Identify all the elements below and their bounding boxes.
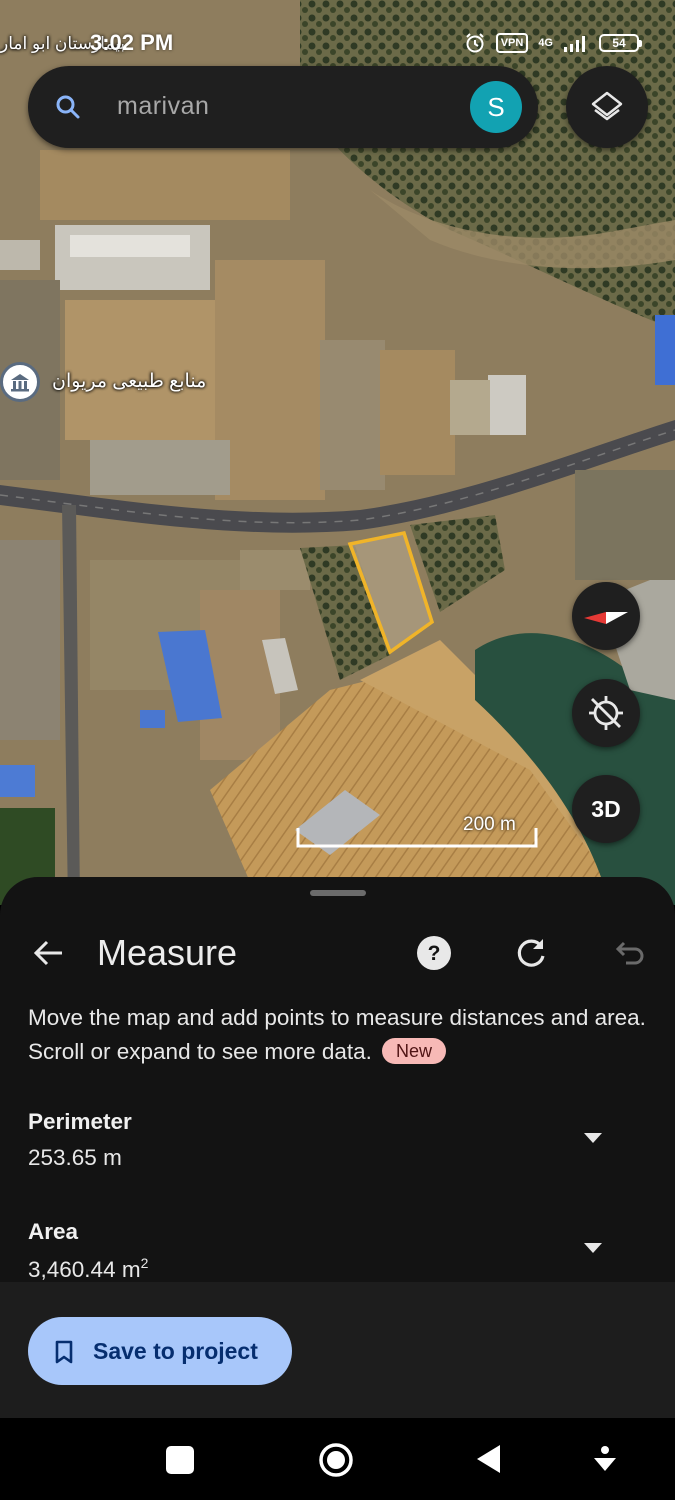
chevron-down-icon[interactable] bbox=[582, 1241, 604, 1255]
nav-back-button[interactable] bbox=[474, 1442, 504, 1476]
location-disabled-icon bbox=[589, 696, 623, 730]
svg-text:?: ? bbox=[428, 942, 441, 965]
my-location-button[interactable] bbox=[572, 679, 640, 747]
network-type: 4G bbox=[538, 37, 553, 49]
area-label: Area bbox=[28, 1219, 79, 1244]
layers-icon bbox=[591, 91, 623, 121]
sheet-drag-handle[interactable] bbox=[310, 890, 366, 896]
search-bar[interactable]: marivan S bbox=[28, 66, 538, 148]
search-icon bbox=[56, 95, 80, 119]
status-bar: 3:02 PM VPN 4G 54 bbox=[0, 26, 675, 62]
alarm-icon bbox=[465, 33, 484, 53]
status-time: 3:02 PM bbox=[90, 30, 174, 55]
area-value: 3,460.44 m2 bbox=[28, 1255, 148, 1283]
vpn-badge: VPN bbox=[495, 33, 529, 53]
sheet-footer: Save to project bbox=[0, 1282, 675, 1418]
back-arrow-icon[interactable] bbox=[28, 933, 68, 973]
new-badge: New bbox=[381, 1038, 446, 1064]
perimeter-row[interactable]: Perimeter 253.65 m bbox=[0, 1109, 675, 1189]
bookmark-icon bbox=[55, 1340, 73, 1364]
redo-icon[interactable] bbox=[512, 934, 550, 972]
government-building-icon[interactable] bbox=[0, 362, 40, 402]
measure-sheet: Measure ? Move the map and add points to… bbox=[0, 877, 675, 1418]
layers-button[interactable] bbox=[566, 66, 648, 148]
compass-button[interactable] bbox=[572, 582, 640, 650]
chevron-down-icon[interactable] bbox=[582, 1131, 604, 1145]
perimeter-value: 253.65 m bbox=[28, 1145, 122, 1170]
compass-icon bbox=[584, 612, 628, 624]
account-avatar[interactable]: S bbox=[470, 81, 522, 133]
sheet-title: Measure bbox=[97, 932, 238, 973]
save-to-project-button[interactable]: Save to project bbox=[28, 1317, 292, 1385]
instruction-text: Move the map and add points to measure d… bbox=[28, 1005, 646, 1064]
measure-instructions: Move the map and add points to measure d… bbox=[28, 1001, 653, 1069]
area-unit-exponent: 2 bbox=[140, 1255, 149, 1271]
status-icons: VPN 4G 54 bbox=[464, 32, 642, 54]
map-label-natural-resources[interactable]: منابع طبیعی مریوان bbox=[52, 370, 206, 393]
home-button[interactable] bbox=[318, 1442, 354, 1478]
nav-extra-icon[interactable] bbox=[590, 1444, 620, 1474]
recents-button[interactable] bbox=[166, 1446, 194, 1474]
3d-toggle-button[interactable]: 3D bbox=[572, 775, 640, 843]
battery-indicator: 54 bbox=[599, 34, 642, 52]
perimeter-label: Perimeter bbox=[28, 1109, 132, 1134]
system-nav-bar bbox=[0, 1418, 675, 1500]
signal-icon bbox=[564, 36, 585, 52]
help-icon[interactable]: ? bbox=[416, 935, 452, 971]
undo-icon[interactable] bbox=[608, 934, 646, 972]
area-number: 3,460.44 m bbox=[28, 1257, 141, 1282]
scale-bar-label: 200 m bbox=[463, 814, 516, 835]
save-button-label: Save to project bbox=[93, 1338, 258, 1364]
search-input[interactable]: marivan bbox=[117, 92, 209, 121]
